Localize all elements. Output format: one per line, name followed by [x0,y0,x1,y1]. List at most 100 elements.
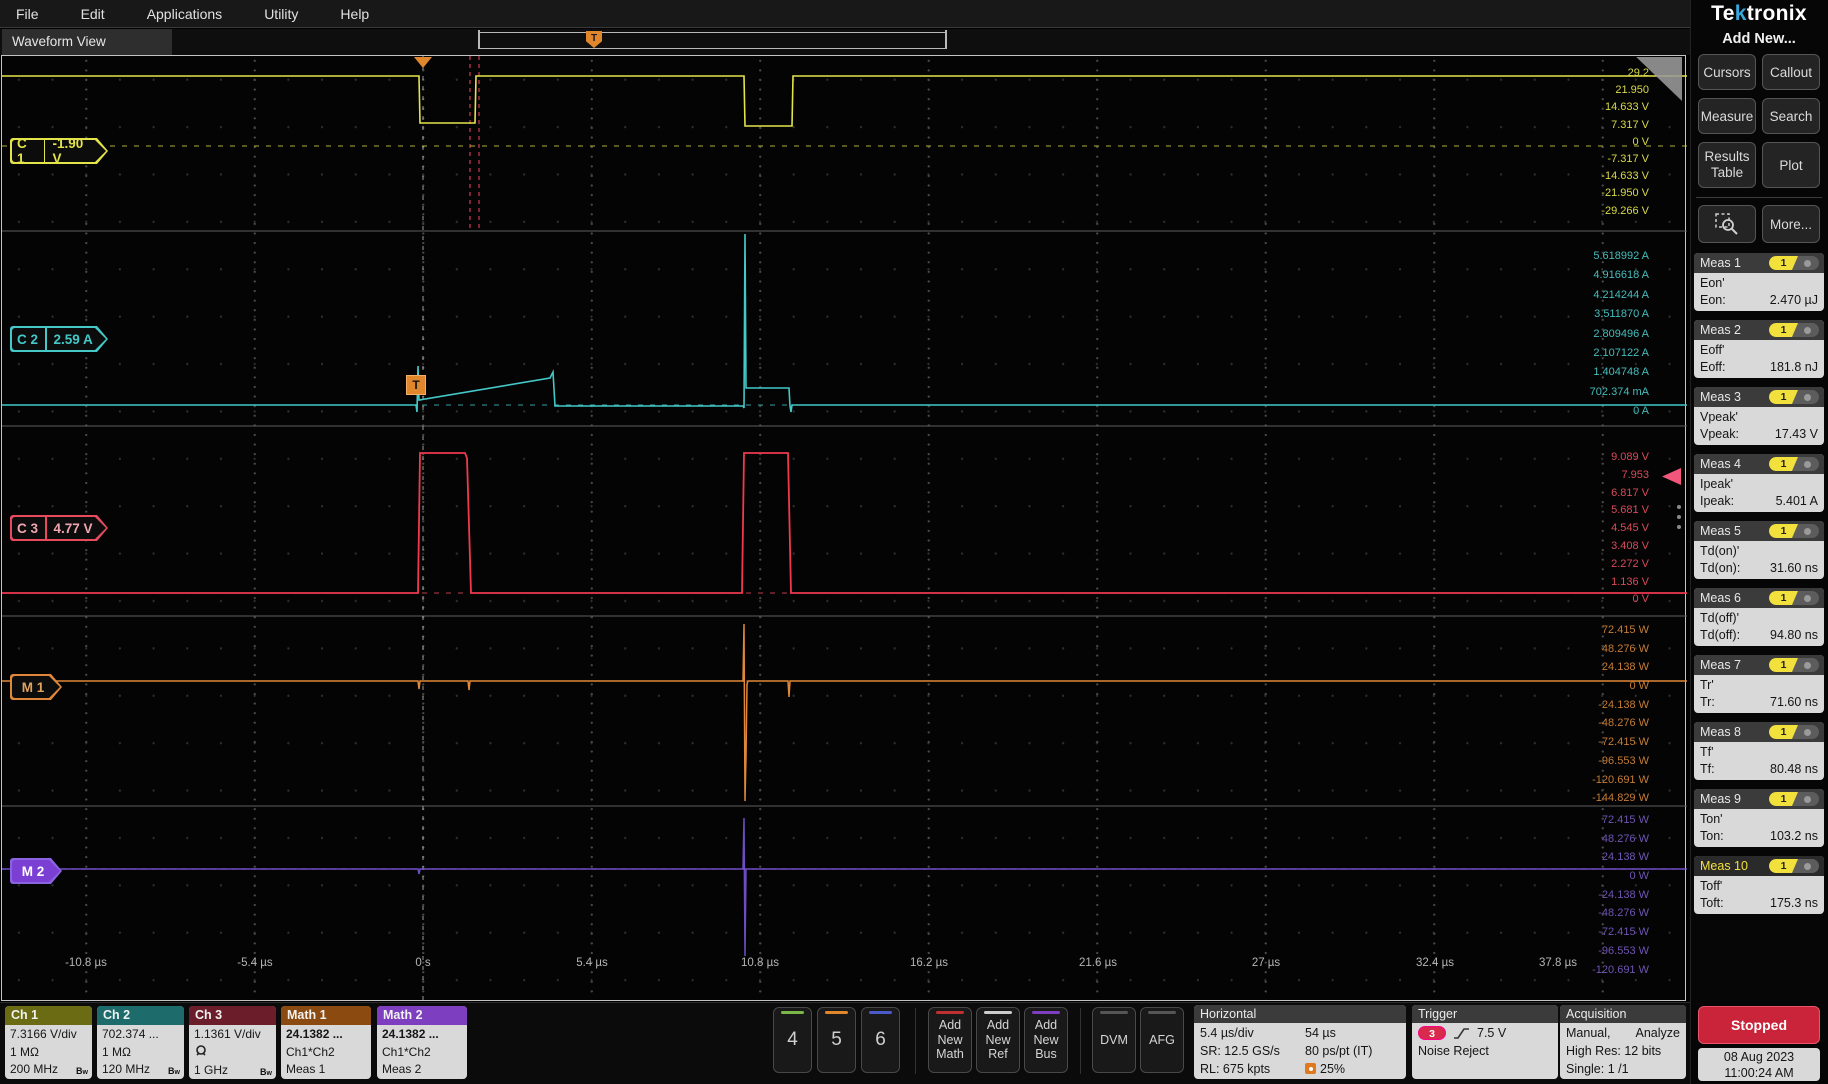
menu-item[interactable]: Edit [81,6,105,22]
math1-settings-badge[interactable]: Math 1 24.1382 ...Ch1*Ch2Meas 1 [281,1006,371,1079]
zoom-mode-button[interactable] [1698,205,1756,243]
ch4-button[interactable]: 4 [773,1007,812,1073]
waveform-plot[interactable]: 29.221.95014.633 V7.317 V0 V-7.317 V-14.… [1,55,1686,1001]
bandwidth-limit-icon: Bw [168,1063,180,1079]
meas-7-title: Meas 7 [1700,658,1741,672]
results-table-button[interactable]: Results Table [1698,142,1756,188]
meas-1-source-pill[interactable]: 1 [1769,256,1819,270]
meas-8-name: Tf' [1700,744,1818,761]
search-button[interactable]: Search [1762,98,1820,134]
meas-5-card[interactable]: Meas 5 1 Td(on)' Td(on):31.60 ns [1694,521,1824,579]
rising-edge-icon [1453,1027,1470,1040]
ch1-handle-badge[interactable]: C 1 -1.90 V [10,138,108,164]
meas-3-source-pill[interactable]: 1 [1769,390,1819,404]
run-stop-button[interactable]: Stopped [1698,1006,1820,1044]
afg-button[interactable]: AFG [1140,1007,1184,1073]
probe-icon [194,1044,208,1057]
trigger-settings-panel[interactable]: Trigger 3 7.5 V Noise Reject [1412,1005,1558,1079]
horizontal-settings-panel[interactable]: Horizontal 5.4 µs/div 54 µs SR: 12.5 GS/… [1194,1005,1406,1079]
meas-8-card[interactable]: Meas 8 1 Tf' Tf:80.48 ns [1694,722,1824,780]
measure-button[interactable]: Measure [1698,98,1756,134]
time-axis-label: 5.4 µs [547,957,637,969]
trigger-position-icon[interactable] [414,57,432,68]
menu-item[interactable]: File [16,6,39,22]
ch1-badge-id: C 1 [17,136,37,166]
time-axis-label: 27 µs [1221,957,1311,969]
meas-7-value: 71.60 ns [1770,694,1818,711]
ch2-badge-id: C 2 [17,332,38,347]
ch3-trace [2,453,1687,593]
m1-trace [2,624,1687,801]
meas-2-card[interactable]: Meas 2 1 Eoff' Eoff:181.8 nJ [1694,320,1824,378]
menu-item[interactable]: Applications [147,6,223,22]
ch6-button[interactable]: 6 [861,1007,900,1073]
meas-9-source-pill[interactable]: 1 [1769,792,1819,806]
meas-5-title: Meas 5 [1700,524,1741,538]
m2-trace [2,818,1687,956]
ch5-button[interactable]: 5 [817,1007,856,1073]
ch3-handle-badge[interactable]: C 34.77 V [10,515,108,541]
meas-7-card[interactable]: Meas 7 1 Tr' Tr:71.60 ns [1694,655,1824,713]
menu-item[interactable]: Utility [264,6,298,22]
plot-button[interactable]: Plot [1762,142,1820,188]
meas-4-value: 5.401 A [1776,493,1818,510]
trigger-panel-title: Trigger [1412,1005,1558,1023]
meas-3-card[interactable]: Meas 3 1 Vpeak' Vpeak:17.43 V [1694,387,1824,445]
cursors-button[interactable]: Cursors [1698,54,1756,90]
more-button[interactable]: More... [1762,205,1820,243]
meas-5-name: Td(on)' [1700,543,1818,560]
add-new-bus-button[interactable]: Add New Bus [1024,1007,1068,1073]
time-axis-label: -5.4 µs [210,957,300,969]
dvm-button[interactable]: DVM [1092,1007,1136,1073]
math2-handle-badge[interactable]: M 2 [10,858,62,884]
ch2-axis-label: 3.511870 A [1519,305,1649,324]
sample-rate: SR: 12.5 GS/s [1200,1042,1305,1060]
meas-7-source-pill[interactable]: 1 [1769,658,1819,672]
math1-axis-label: -48.276 W [1519,714,1649,733]
math2-axis-label: -72.415 W [1519,923,1649,942]
add-new-math-button[interactable]: Add New Math [928,1007,972,1073]
acquisition-settings-panel[interactable]: Acquisition Manual,Analyze High Res: 12 … [1560,1005,1686,1079]
meas-6-source-pill[interactable]: 1 [1769,591,1819,605]
meas-9-card[interactable]: Meas 9 1 Ton' Ton:103.2 ns [1694,789,1824,847]
meas-9-name: Ton' [1700,811,1818,828]
trigger-source-badge[interactable]: T [406,375,426,395]
add-new-ref-button[interactable]: Add New Ref [976,1007,1020,1073]
ch3-axis-label: 4.545 V [1519,520,1649,538]
record-view-bracket[interactable] [478,32,947,49]
meas-5-source-pill[interactable]: 1 [1769,524,1819,538]
math1-badge-id: M 1 [22,680,45,695]
meas-6-card[interactable]: Meas 6 1 Td(off)' Td(off):94.80 ns [1694,588,1824,646]
ch2-settings-badge[interactable]: Ch 2 702.374 ...1 MΩ Bw120 MHz [97,1006,184,1079]
ch2-settings-title: Ch 2 [97,1006,184,1025]
ch1-settings-badge[interactable]: Ch 1 7.3166 V/div1 MΩ Bw200 MHz [5,1006,92,1079]
meas-6-title: Meas 6 [1700,591,1741,605]
tab-waveform-view[interactable]: Waveform View [2,29,172,55]
meas-4-source-pill[interactable]: 1 [1769,457,1819,471]
ch2-axis-label: 5.618992 A [1519,247,1649,266]
bottom-bar-divider [1080,1008,1081,1074]
ch2-axis-label: 2.107122 A [1519,344,1649,363]
meas-1-card[interactable]: Meas 1 1 Eon' Eon:2.470 µJ [1694,253,1824,311]
meas-8-source-pill[interactable]: 1 [1769,725,1819,739]
meas-10-card[interactable]: Meas 10 1 Toff' Toft:175.3 ns [1694,856,1824,914]
panel-splitter-handle[interactable] [1677,505,1682,529]
ch2-badge-offset: 2.59 A [54,332,93,347]
ch3-axis-label: 5.681 V [1519,502,1649,520]
oscilloscope-app: File Edit Applications Utility Help Waveform… [0,0,1828,1084]
ch1-badge-offset: -1.90 V [52,136,94,166]
ch2-axis-label: 2.809496 A [1519,325,1649,344]
callout-button[interactable]: Callout [1762,54,1820,90]
meas-10-source-pill[interactable]: 1 [1769,859,1819,873]
menu-item[interactable]: Help [340,6,369,22]
math2-settings-badge[interactable]: Math 2 24.1382 ...Ch1*Ch2Meas 2 [377,1006,467,1079]
ch3-settings-title: Ch 3 [189,1006,276,1025]
meas-2-source-pill[interactable]: 1 [1769,323,1819,337]
time-axis-label: 37.8 µs [1513,957,1603,969]
ch3-settings-badge[interactable]: Ch 3 1.1361 V/div Bw1 GHz [189,1006,276,1079]
ch2-handle-badge[interactable]: C 2 2.59 A [10,326,108,352]
meas-4-card[interactable]: Meas 4 1 Ipeak' Ipeak:5.401 A [1694,454,1824,512]
time-axis-label: 21.6 µs [1053,957,1143,969]
math1-handle-badge[interactable]: M 1 [10,674,62,700]
zoom-box-icon [1714,212,1740,236]
